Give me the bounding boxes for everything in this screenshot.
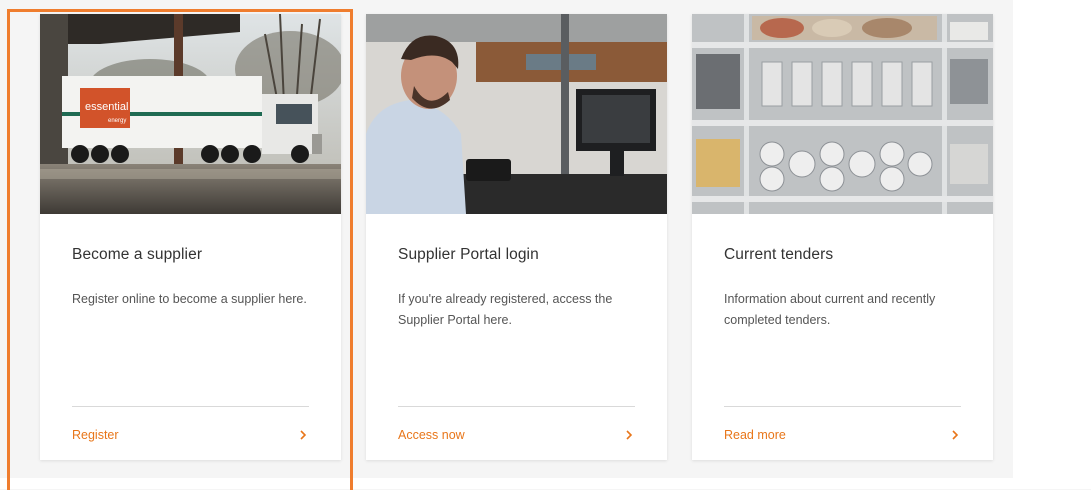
warehouse-shelves-photo (692, 14, 993, 214)
card-divider (72, 406, 309, 407)
access-now-link-label: Access now (398, 428, 465, 442)
chevron-right-icon (626, 430, 633, 440)
card-current-tenders: Current tenders Information about curren… (692, 14, 993, 460)
access-now-link[interactable]: Access now (398, 425, 635, 445)
card-divider (398, 406, 635, 407)
register-link-label: Register (72, 428, 119, 442)
card-description: Information about current and recently c… (724, 292, 936, 327)
register-link[interactable]: Register (72, 425, 309, 445)
card-become-supplier: essential energy Become a supplier Regis… (40, 14, 341, 460)
card-supplier-portal: Supplier Portal login If you're already … (366, 14, 667, 460)
truck-brand-sub: energy (108, 118, 126, 124)
card-title: Current tenders (724, 246, 834, 263)
card-title: Become a supplier (72, 246, 203, 263)
truck-brand-logo: essential (85, 101, 128, 113)
read-more-link-label: Read more (724, 428, 786, 442)
chevron-right-icon (952, 430, 959, 440)
card-divider (724, 406, 961, 407)
chevron-right-icon (300, 430, 307, 440)
office-worker-photo (366, 14, 667, 214)
card-description: If you're already registered, access the… (398, 292, 613, 327)
card-title: Supplier Portal login (398, 246, 539, 263)
read-more-link[interactable]: Read more (724, 425, 961, 445)
card-description: Register online to become a supplier her… (72, 292, 307, 306)
right-blank-pane (1013, 0, 1091, 489)
bottom-strip (0, 478, 1013, 489)
truck-depot-photo: essential energy (40, 14, 341, 214)
